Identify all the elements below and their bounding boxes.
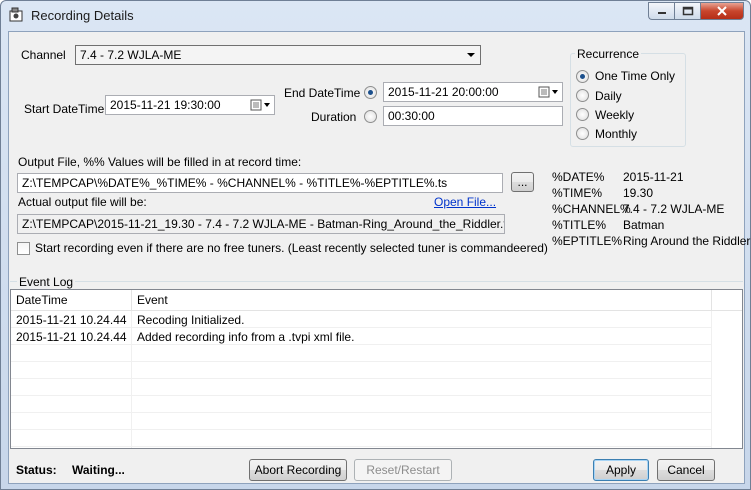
minimize-icon [657, 12, 666, 14]
variable-name: %TITLE% [552, 218, 607, 232]
status-label: Status: [16, 463, 57, 477]
end-datetime-picker[interactable]: 2015-11-21 20:00:00 [383, 82, 563, 102]
recurrence-weekly-label: Weekly [595, 108, 635, 122]
variable-name: %CHANNEL% [552, 202, 631, 216]
reset-restart-button[interactable]: Reset/Restart [354, 459, 452, 481]
recurrence-daily-radio[interactable] [576, 89, 589, 102]
status-value: Waiting... [72, 463, 125, 477]
duration-radio[interactable] [364, 110, 377, 123]
recurrence-monthly-label: Monthly [595, 127, 638, 141]
close-icon [717, 6, 727, 16]
duration-input[interactable]: 00:30:00 [383, 106, 563, 126]
column-header-event[interactable]: Event [132, 290, 712, 311]
table-row[interactable]: 2015-11-21 10.24.44 Recoding Initialized. [11, 311, 711, 328]
cell-datetime: 2015-11-21 10.24.44 [16, 330, 127, 344]
event-log-grid[interactable]: DateTime Event 2015-11-21 10.24.44 Recodi… [10, 289, 743, 449]
duration-label: Duration [311, 110, 357, 124]
channel-select[interactable]: 7.4 - 7.2 WJLA-ME [75, 45, 481, 65]
start-datetime-picker[interactable]: 2015-11-21 19:30:00 [105, 95, 275, 115]
maximize-button[interactable] [674, 2, 700, 20]
channel-value: 7.4 - 7.2 WJLA-ME [80, 48, 182, 62]
recurrence-one-time-radio[interactable] [576, 70, 589, 83]
duration-value: 00:30:00 [388, 109, 435, 123]
actual-output-label: Actual output file will be: [18, 195, 147, 209]
force-tuner-label: Start recording even if there are no fre… [35, 241, 548, 255]
calendar-dropdown-icon[interactable] [536, 83, 562, 101]
close-button[interactable] [700, 2, 744, 20]
variable-name: %EPTITLE% [552, 234, 623, 248]
apply-button[interactable]: Apply [593, 459, 649, 481]
dialog-body: Channel 7.4 - 7.2 WJLA-ME Start DateTime… [8, 31, 750, 484]
output-file-value: Z:\TEMPCAP\%DATE%_%TIME% - %CHANNEL% - %… [22, 176, 448, 190]
output-file-input[interactable]: Z:\TEMPCAP\%DATE%_%TIME% - %CHANNEL% - %… [17, 173, 503, 193]
recurrence-monthly-radio[interactable] [576, 127, 589, 140]
table-row [11, 396, 711, 413]
browse-button[interactable]: ... [511, 172, 534, 192]
end-datetime-radio[interactable] [364, 86, 377, 99]
variable-value: 19.30 [623, 186, 654, 200]
recurrence-one-time-label: One Time Only [595, 69, 676, 83]
minimize-button[interactable] [648, 2, 674, 20]
column-header-filler [712, 290, 742, 311]
abort-recording-button[interactable]: Abort Recording [249, 459, 347, 481]
column-header-datetime[interactable]: DateTime [11, 290, 132, 311]
channel-label: Channel [21, 48, 66, 62]
table-row [11, 362, 711, 379]
variable-value: Ring Around the Riddler [623, 234, 751, 248]
event-log-divider [10, 281, 743, 282]
recurrence-label: Recurrence [575, 47, 642, 61]
cell-datetime: 2015-11-21 10.24.44 [16, 313, 127, 327]
table-row [11, 379, 711, 396]
end-datetime-value: 2015-11-21 20:00:00 [388, 85, 499, 99]
end-datetime-label: End DateTime [284, 86, 361, 100]
start-datetime-label: Start DateTime [24, 102, 105, 116]
recurrence-weekly-radio[interactable] [576, 108, 589, 121]
table-row[interactable]: 2015-11-21 10.24.44 Added recording info … [11, 328, 711, 345]
actual-output-field: Z:\TEMPCAP\2015-11-21_19.30 - 7.4 - 7.2 … [17, 214, 505, 234]
title-bar[interactable]: Recording Details [1, 1, 750, 31]
calendar-dropdown-icon[interactable] [248, 96, 274, 114]
variable-name: %DATE% [552, 170, 605, 184]
variable-value: 2015-11-21 [623, 170, 684, 184]
actual-output-value: Z:\TEMPCAP\2015-11-21_19.30 - 7.4 - 7.2 … [22, 217, 505, 231]
start-datetime-value: 2015-11-21 19:30:00 [110, 98, 221, 112]
cell-event: Recoding Initialized. [137, 313, 245, 327]
column-divider [711, 311, 712, 448]
force-tuner-checkbox[interactable] [17, 242, 30, 255]
output-file-label: Output File, %% Values will be filled in… [18, 155, 302, 169]
event-log-label: Event Log [17, 275, 76, 289]
variable-value: 7.4 - 7.2 WJLA-ME [623, 202, 725, 216]
table-row [11, 413, 711, 430]
chevron-down-icon [462, 46, 480, 64]
cell-event: Added recording info from a .tvpi xml fi… [137, 330, 355, 344]
cancel-button[interactable]: Cancel [657, 459, 715, 481]
window-title: Recording Details [31, 8, 134, 23]
variable-value: Batman [623, 218, 665, 232]
variable-name: %TIME% [552, 186, 603, 200]
recurrence-daily-label: Daily [595, 89, 622, 103]
recording-details-window: Recording Details Channel 7.4 - 7.2 WJLA… [0, 0, 751, 490]
app-icon [9, 7, 23, 22]
maximize-icon [682, 6, 693, 16]
table-row [11, 430, 711, 447]
table-row [11, 345, 711, 362]
open-file-link[interactable]: Open File... [434, 195, 496, 209]
